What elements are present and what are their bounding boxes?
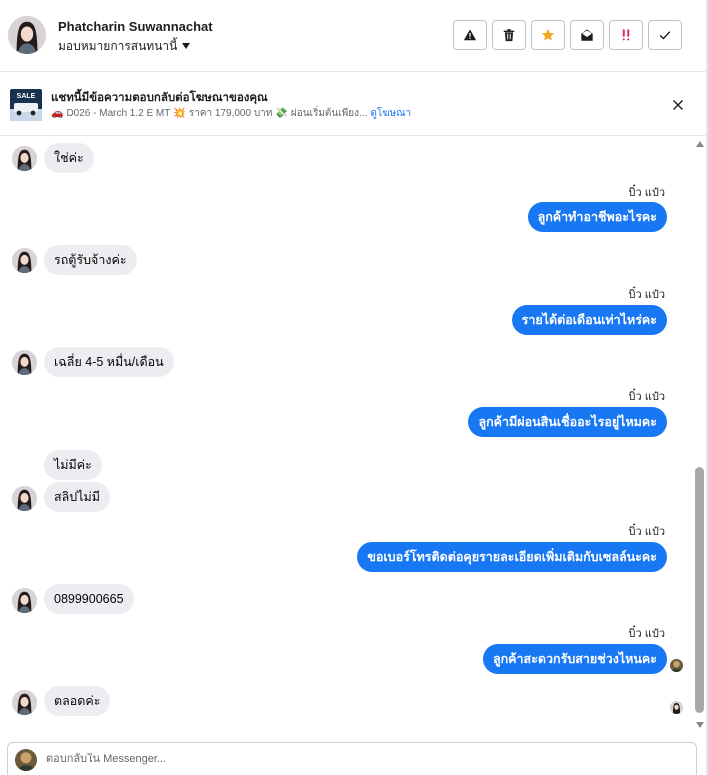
mark-done-button[interactable] xyxy=(648,20,682,50)
customer-name[interactable]: Phatcharin Suwannachat xyxy=(58,19,213,34)
ad-price: ราคา 179,000 บาท xyxy=(188,108,273,119)
incoming-message[interactable]: เฉลี่ย 4-5 หมื่น/เดือน xyxy=(44,347,174,377)
sender-name: บิ๋ว แป๋ว xyxy=(628,526,665,538)
incoming-message[interactable]: รถตู้รับจ้างค่ะ xyxy=(44,245,137,275)
car-icon: 🚗 xyxy=(51,108,64,119)
customer-avatar xyxy=(12,588,37,613)
reply-composer xyxy=(7,742,697,775)
star-icon xyxy=(541,28,555,41)
mark-spam-button[interactable] xyxy=(453,20,487,50)
outgoing-message[interactable]: ลูกค้าทำอาชีพอะไรคะ xyxy=(527,202,667,232)
incoming-message[interactable]: ไม่มีค่ะ xyxy=(44,450,102,480)
customer-avatar xyxy=(12,146,37,171)
conversation-actions xyxy=(453,20,682,50)
customer-avatar xyxy=(12,248,37,273)
outgoing-message[interactable]: ลูกค้ามีผ่อนสินเชื่ออะไรอยู่ไหมคะ xyxy=(468,407,667,437)
view-ad-link[interactable]: ดูโฆษณา xyxy=(370,106,411,121)
money-icon: 💸 xyxy=(275,108,288,119)
sender-name: บิ๋ว แป๋ว xyxy=(628,391,665,403)
assign-label: มอบหมายการสนทนานี้ xyxy=(58,39,178,53)
close-icon xyxy=(673,100,683,110)
thread-scrollbar[interactable] xyxy=(694,137,705,735)
assign-conversation-dropdown[interactable]: มอบหมายการสนทนานี้ xyxy=(58,37,191,56)
ad-thumb-text: SALE xyxy=(17,93,36,100)
close-banner-button[interactable] xyxy=(670,97,686,113)
incoming-message[interactable]: ตลอดค่ะ xyxy=(44,686,111,716)
message-thread[interactable]: ใช่ค่ะ บิ๋ว แป๋ว ลูกค้าทำอาชีพอะไรคะ รถต… xyxy=(0,137,692,740)
outgoing-message[interactable]: ลูกค้าสะดวกรับสายช่วงไหนคะ xyxy=(482,644,667,674)
scrollbar-thumb[interactable] xyxy=(695,467,704,713)
conversation-header: Phatcharin Suwannachat มอบหมายการสนทนานี… xyxy=(0,0,706,72)
customer-avatar[interactable] xyxy=(8,16,46,54)
customer-seen-avatar xyxy=(670,701,683,714)
trash-icon xyxy=(503,29,515,42)
follow-up-button[interactable] xyxy=(609,20,643,50)
page-avatar xyxy=(15,749,37,771)
scroll-down-arrow-icon[interactable] xyxy=(696,722,704,728)
delete-button[interactable] xyxy=(492,20,526,50)
star-button[interactable] xyxy=(531,20,565,50)
incoming-message[interactable]: ใช่ค่ะ xyxy=(44,143,94,173)
scroll-up-arrow-icon[interactable] xyxy=(696,141,704,147)
ad-banner-title: แชทนี้มีข้อความตอบกลับต่อโฆษณาของคุณ xyxy=(51,92,268,104)
double-exclamation-icon xyxy=(622,29,630,41)
sender-name: บิ๋ว แป๋ว xyxy=(628,187,665,199)
incoming-message[interactable]: สลิปไม่มี xyxy=(44,482,110,512)
customer-avatar xyxy=(12,690,37,715)
caret-down-icon xyxy=(182,43,191,49)
check-icon xyxy=(659,31,671,40)
customer-avatar xyxy=(12,486,37,511)
ad-installment: ผ่อนเริ่มต้นเพียง... xyxy=(290,108,368,119)
incoming-message[interactable]: 0899900665 xyxy=(44,584,134,614)
customer-avatar xyxy=(12,350,37,375)
messenger-reply-input[interactable] xyxy=(46,753,646,765)
sender-name: บิ๋ว แป๋ว xyxy=(628,628,665,640)
spark-icon: 💥 xyxy=(173,108,186,119)
warning-icon xyxy=(463,29,477,41)
ad-thumbnail[interactable]: SALE xyxy=(10,89,42,121)
ad-banner-description: 🚗 D026 - March 1.2 E MT 💥 ราคา 179,000 บ… xyxy=(51,106,411,121)
envelope-open-icon xyxy=(581,29,593,41)
ad-reply-banner: SALE แชทนี้มีข้อความตอบกลับต่อโฆษณาของคุ… xyxy=(0,72,706,136)
mark-unread-button[interactable] xyxy=(570,20,604,50)
ad-model: D026 - March 1.2 E MT xyxy=(66,108,171,119)
outgoing-message[interactable]: ขอเบอร์โทรติดต่อคุยรายละเอียดเพิ่มเติมกั… xyxy=(357,542,667,572)
outgoing-message[interactable]: รายได้ต่อเดือนเท่าไหร่คะ xyxy=(511,305,667,335)
page-seen-avatar xyxy=(670,659,683,672)
sender-name: บิ๋ว แป๋ว xyxy=(628,289,665,301)
